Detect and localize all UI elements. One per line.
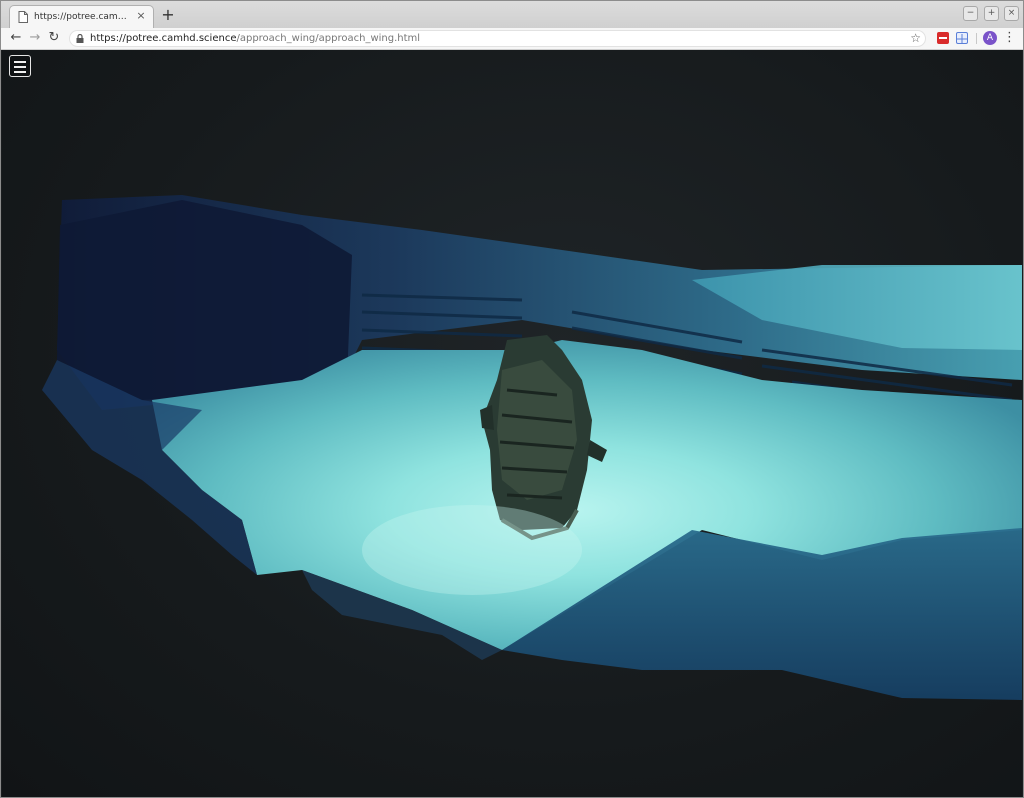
address-bar[interactable]: https://potree.camhd.science/approach_wi… [69,30,926,47]
new-tab-button[interactable]: + [160,7,176,23]
toolbar-separator [976,33,977,44]
reload-button[interactable]: ↻ [46,30,62,46]
potree-viewer-canvas[interactable] [2,50,1022,797]
left-dark-block [57,200,352,400]
back-button[interactable]: ← [8,30,24,46]
profile-avatar[interactable]: A [983,31,997,45]
lock-icon [76,34,84,43]
extension-red-icon[interactable] [937,32,949,44]
maximize-button[interactable]: + [984,6,999,21]
bookmark-star-icon[interactable]: ☆ [910,31,921,46]
document-icon [18,11,28,23]
url-path: /approach_wing/approach_wing.html [236,33,421,44]
url-text: https://potree.camhd.science/approach_wi… [90,32,420,46]
point-cloud-render [42,195,1022,700]
url-host: https://potree.camhd.science [90,33,237,44]
sand-highlight [362,505,582,595]
tab-title: https://potree.camhd.science/a [34,12,132,22]
browser-toolbar: ← → ↻ https://potree.camhd.science/appro… [1,28,1023,50]
hamburger-icon[interactable] [9,55,31,77]
browser-menu-icon[interactable]: ⋮ [1003,30,1016,46]
minimize-button[interactable]: − [963,6,978,21]
browser-window: https://potree.camhd.science/a × + − + ×… [0,0,1024,798]
extension-grid-icon[interactable] [956,32,968,44]
tab-close-icon[interactable]: × [135,10,147,22]
tab-potree[interactable]: https://potree.camhd.science/a × [9,5,154,28]
close-window-button[interactable]: × [1004,6,1019,21]
forward-button[interactable]: → [27,30,43,46]
tab-strip: https://potree.camhd.science/a × + − + × [1,1,1023,29]
